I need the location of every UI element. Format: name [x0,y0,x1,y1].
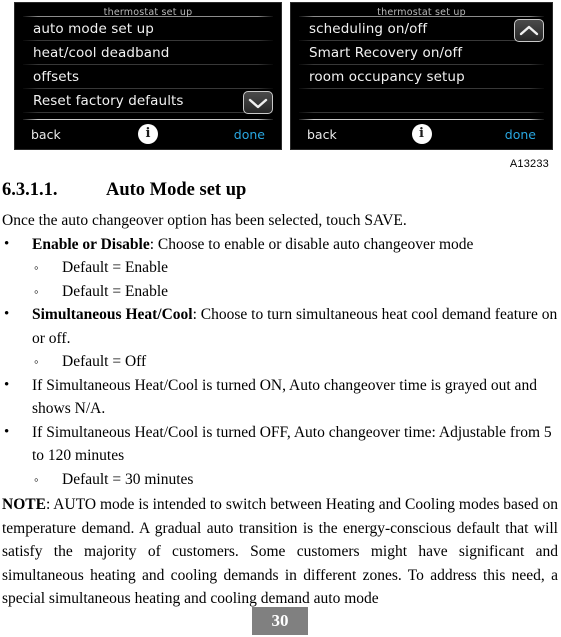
page-number: 30 [252,607,308,635]
menu-item-label: heat/cool deadband [33,44,170,61]
bullet-text: If Simultaneous Heat/Cool is turned OFF,… [32,423,552,465]
list-item: Default = Off [0,350,561,374]
info-icon[interactable]: i [138,124,158,144]
menu-item-label: offsets [33,68,80,85]
list-item: Enable or Disable: Choose to enable or d… [0,233,561,257]
menu-list-left: auto mode set up heat/cool deadband offs… [15,17,281,113]
bullet-text: Default = Enable [62,259,169,276]
page-title: 6.3.1.1. Auto Mode set up [0,176,561,204]
menu-item-scheduling-on-off[interactable]: scheduling on/off [291,17,552,40]
menu-item-room-occupancy-setup[interactable]: room occupancy setup [291,65,552,88]
thermostat-screen-right: thermostat set up scheduling on/off Smar… [290,2,553,150]
menu-item-reset-factory-defaults[interactable]: Reset factory defaults [15,89,281,112]
screen-title-right: thermostat set up [377,7,466,18]
list-item: If Simultaneous Heat/Cool is turned OFF,… [0,421,561,468]
menu-item-label: Smart Recovery on/off [309,44,463,61]
chevron-up-icon[interactable] [514,19,544,42]
section-title: Auto Mode set up [106,180,247,200]
list-item: Default = 30 minutes [0,468,561,492]
bullet-bold: Simultaneous Heat/Cool [32,306,193,323]
item-divider [23,112,273,113]
menu-item-label: auto mode set up [33,20,154,37]
done-button[interactable]: done [505,127,536,142]
bullet-list: Enable or Disable: Choose to enable or d… [0,233,561,492]
bullet-text: : Choose to enable or disable auto chang… [149,235,474,253]
done-button[interactable]: done [234,127,265,142]
bullet-text: Default = 30 minutes [62,470,194,488]
section-number: 6.3.1.1. [2,180,58,200]
bullet-text: Default = Off [62,353,147,370]
note-paragraph: NOTE: AUTO mode is intended to switch be… [0,491,561,611]
screen-footer-right: back i done [291,119,552,149]
menu-item-empty [291,89,552,112]
menu-list-right: scheduling on/off Smart Recovery on/off … [291,17,552,113]
note-label: NOTE [2,496,46,513]
chevron-down-icon[interactable] [243,91,273,114]
bullet-text: If Simultaneous Heat/Cool is turned ON, … [32,376,537,418]
list-item: Default = Enable [0,256,561,280]
list-item: If Simultaneous Heat/Cool is turned ON, … [0,374,561,421]
item-divider [299,112,544,113]
menu-item-auto-mode-set-up[interactable]: auto mode set up [15,17,281,40]
thermostat-screen-left: thermostat set up auto mode set up heat/… [14,2,282,150]
menu-item-smart-recovery-on-off[interactable]: Smart Recovery on/off [291,41,552,64]
list-item: Default = Enable [0,280,561,304]
screen-title-left: thermostat set up [103,7,193,18]
bullet-bold: Enable or Disable [32,235,150,253]
info-icon[interactable]: i [411,124,432,144]
menu-item-label: Reset factory defaults [33,92,184,109]
menu-item-offsets[interactable]: offsets [15,65,281,88]
screen-footer-left: back i done [15,119,281,149]
thermostat-screenshots-figure: thermostat set up auto mode set up heat/… [0,0,561,170]
menu-item-label: room occupancy setup [309,68,465,85]
back-button[interactable]: back [31,127,61,142]
intro-paragraph: Once the auto changeover option has been… [2,212,407,229]
menu-item-heat-cool-deadband[interactable]: heat/cool deadband [15,41,281,64]
bullet-text: Default = Enable [62,282,169,300]
note-text: : AUTO mode is intended to switch betwee… [2,496,558,607]
menu-item-label: scheduling on/off [309,20,428,37]
back-button[interactable]: back [307,127,337,142]
figure-caption: A13233 [509,158,549,170]
document-body: 6.3.1.1. Auto Mode set up Once the auto … [0,176,561,611]
list-item: Simultaneous Heat/Cool: Choose to turn s… [0,303,561,350]
